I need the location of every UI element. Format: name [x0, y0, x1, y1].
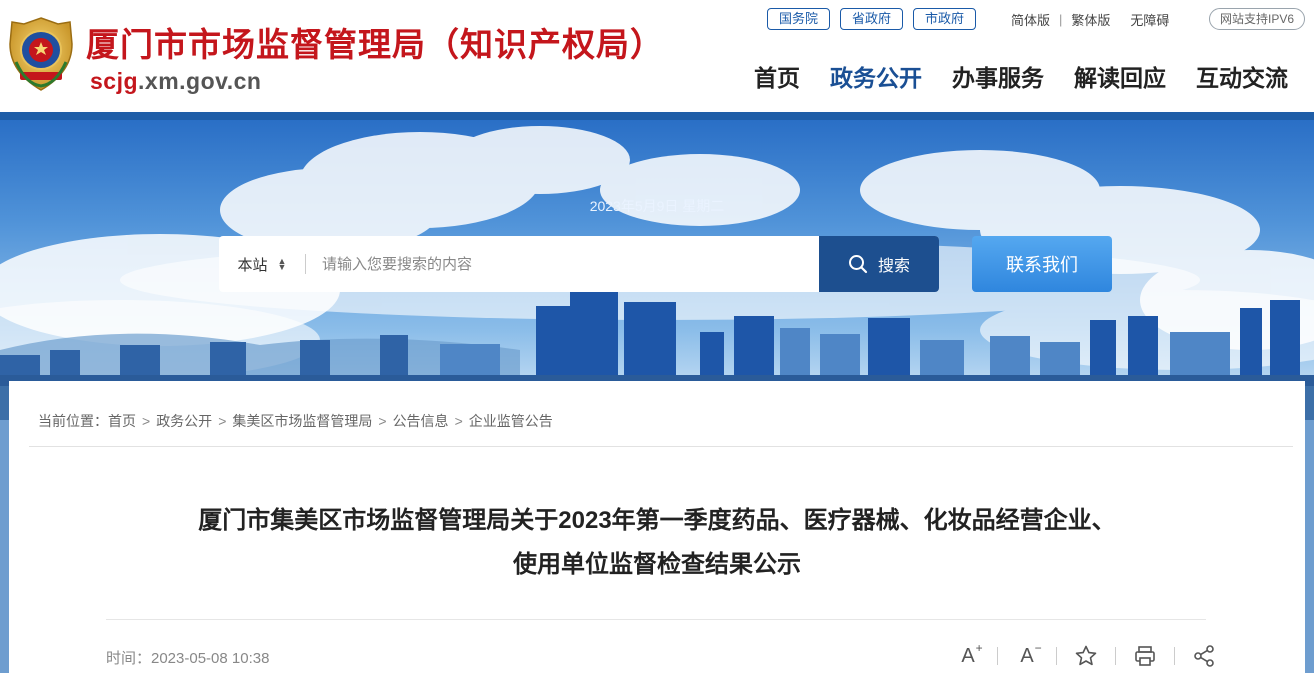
- site-header: 厦门市市场监督管理局（知识产权局） scjg.xm.gov.cn 国务院 省政府…: [0, 0, 1314, 112]
- breadcrumb-announcements[interactable]: 公告信息: [393, 411, 449, 431]
- nav-services[interactable]: 办事服务: [952, 60, 1044, 96]
- simplified-link[interactable]: 简体版: [1011, 10, 1050, 29]
- font-decrease-letter: A: [1020, 644, 1034, 667]
- favorite-star-icon[interactable]: [1073, 643, 1099, 669]
- breadcrumb-arrow-icon: >: [454, 413, 463, 429]
- search-button-label: 搜索: [877, 258, 910, 275]
- tool-divider: [1056, 647, 1057, 665]
- share-icon[interactable]: [1191, 643, 1217, 669]
- title-divider: [106, 619, 1206, 620]
- nav-interpretation[interactable]: 解读回应: [1074, 60, 1166, 96]
- tool-divider: [1174, 647, 1175, 665]
- updown-arrows-icon: ▲ ▼: [277, 256, 287, 272]
- breadcrumb-arrow-icon: >: [142, 413, 151, 429]
- gov-links: 国务院 省政府 市政府: [767, 8, 977, 30]
- breadcrumb-divider: [29, 446, 1293, 447]
- print-icon[interactable]: [1132, 643, 1158, 669]
- current-date: 2023年5月9日 星期二: [589, 198, 725, 214]
- breadcrumb: 当前位置： 首页 > 政务公开 > 集美区市场监督管理局 > 公告信息 > 企业…: [38, 411, 553, 431]
- breadcrumb-prefix: 当前位置：: [38, 413, 108, 429]
- search-bar: 本站 ▲▼ 搜索: [219, 236, 939, 292]
- gov-link-state-council[interactable]: 国务院: [767, 8, 831, 30]
- font-increase-sign: +: [975, 640, 983, 655]
- breadcrumb-arrow-icon: >: [218, 413, 227, 429]
- nav-interaction[interactable]: 互动交流: [1196, 60, 1288, 96]
- article-title-line-1: 厦门市集美区市场监督管理局关于2023年第一季度药品、医疗器械、化妆品经营企业、: [198, 507, 1116, 534]
- main-nav: 首页 政务公开 办事服务 解读回应 互动交流: [754, 60, 1288, 96]
- article-title: 厦门市集美区市场监督管理局关于2023年第一季度药品、医疗器械、化妆品经营企业、…: [49, 499, 1265, 587]
- tool-divider: [1115, 647, 1116, 665]
- search-icon: [848, 255, 868, 274]
- nav-government-affairs[interactable]: 政务公开: [830, 60, 922, 96]
- site-domain-prefix: scjg: [90, 68, 139, 94]
- font-decrease-sign: −: [1034, 640, 1042, 655]
- search-scope-select[interactable]: 本站 ▲ ▼: [219, 236, 305, 292]
- breadcrumb-home[interactable]: 首页: [108, 411, 136, 431]
- accessibility-link[interactable]: 无障碍: [1130, 10, 1169, 29]
- breadcrumb-arrow-icon: >: [378, 413, 387, 429]
- gov-link-province[interactable]: 省政府: [840, 8, 904, 30]
- article-container: 当前位置： 首页 > 政务公开 > 集美区市场监督管理局 > 公告信息 > 企业…: [9, 381, 1305, 673]
- tool-divider: [997, 647, 998, 665]
- header-divider-bar: [0, 112, 1314, 120]
- site-title: 厦门市市场监督管理局（知识产权局）: [86, 25, 664, 64]
- breadcrumb-jimei-bureau[interactable]: 集美区市场监督管理局: [232, 411, 372, 431]
- site-domain-suffix: .xm.gov.cn: [138, 68, 262, 94]
- search-input[interactable]: [306, 236, 819, 292]
- article-title-line-2: 使用单位监督检查结果公示: [513, 551, 801, 578]
- publish-time: 时间：2023-05-08 10:38: [106, 650, 270, 667]
- search-scope-value: 本站: [237, 256, 268, 274]
- police-emblem-logo: [9, 17, 73, 91]
- font-increase-letter: A: [961, 644, 975, 667]
- site-domain: scjg.xm.gov.cn: [90, 68, 261, 95]
- nav-home[interactable]: 首页: [754, 60, 800, 96]
- version-links: 简体版 | 繁体版 无障碍: [1011, 10, 1169, 29]
- breadcrumb-government-affairs[interactable]: 政务公开: [156, 411, 212, 431]
- gov-link-city[interactable]: 市政府: [913, 8, 977, 30]
- font-decrease-icon[interactable]: A −: [1014, 640, 1042, 669]
- article-tools: A + A −: [955, 640, 1217, 669]
- ipv6-badge: 网站支持IPV6: [1209, 8, 1306, 30]
- version-divider: |: [1059, 12, 1063, 27]
- search-button[interactable]: 搜索: [819, 236, 939, 292]
- breadcrumb-enterprise-supervision[interactable]: 企业监管公告: [469, 411, 553, 431]
- traditional-link[interactable]: 繁体版: [1071, 10, 1110, 29]
- font-increase-icon[interactable]: A +: [955, 640, 983, 669]
- contact-us-button[interactable]: 联系我们: [972, 236, 1112, 292]
